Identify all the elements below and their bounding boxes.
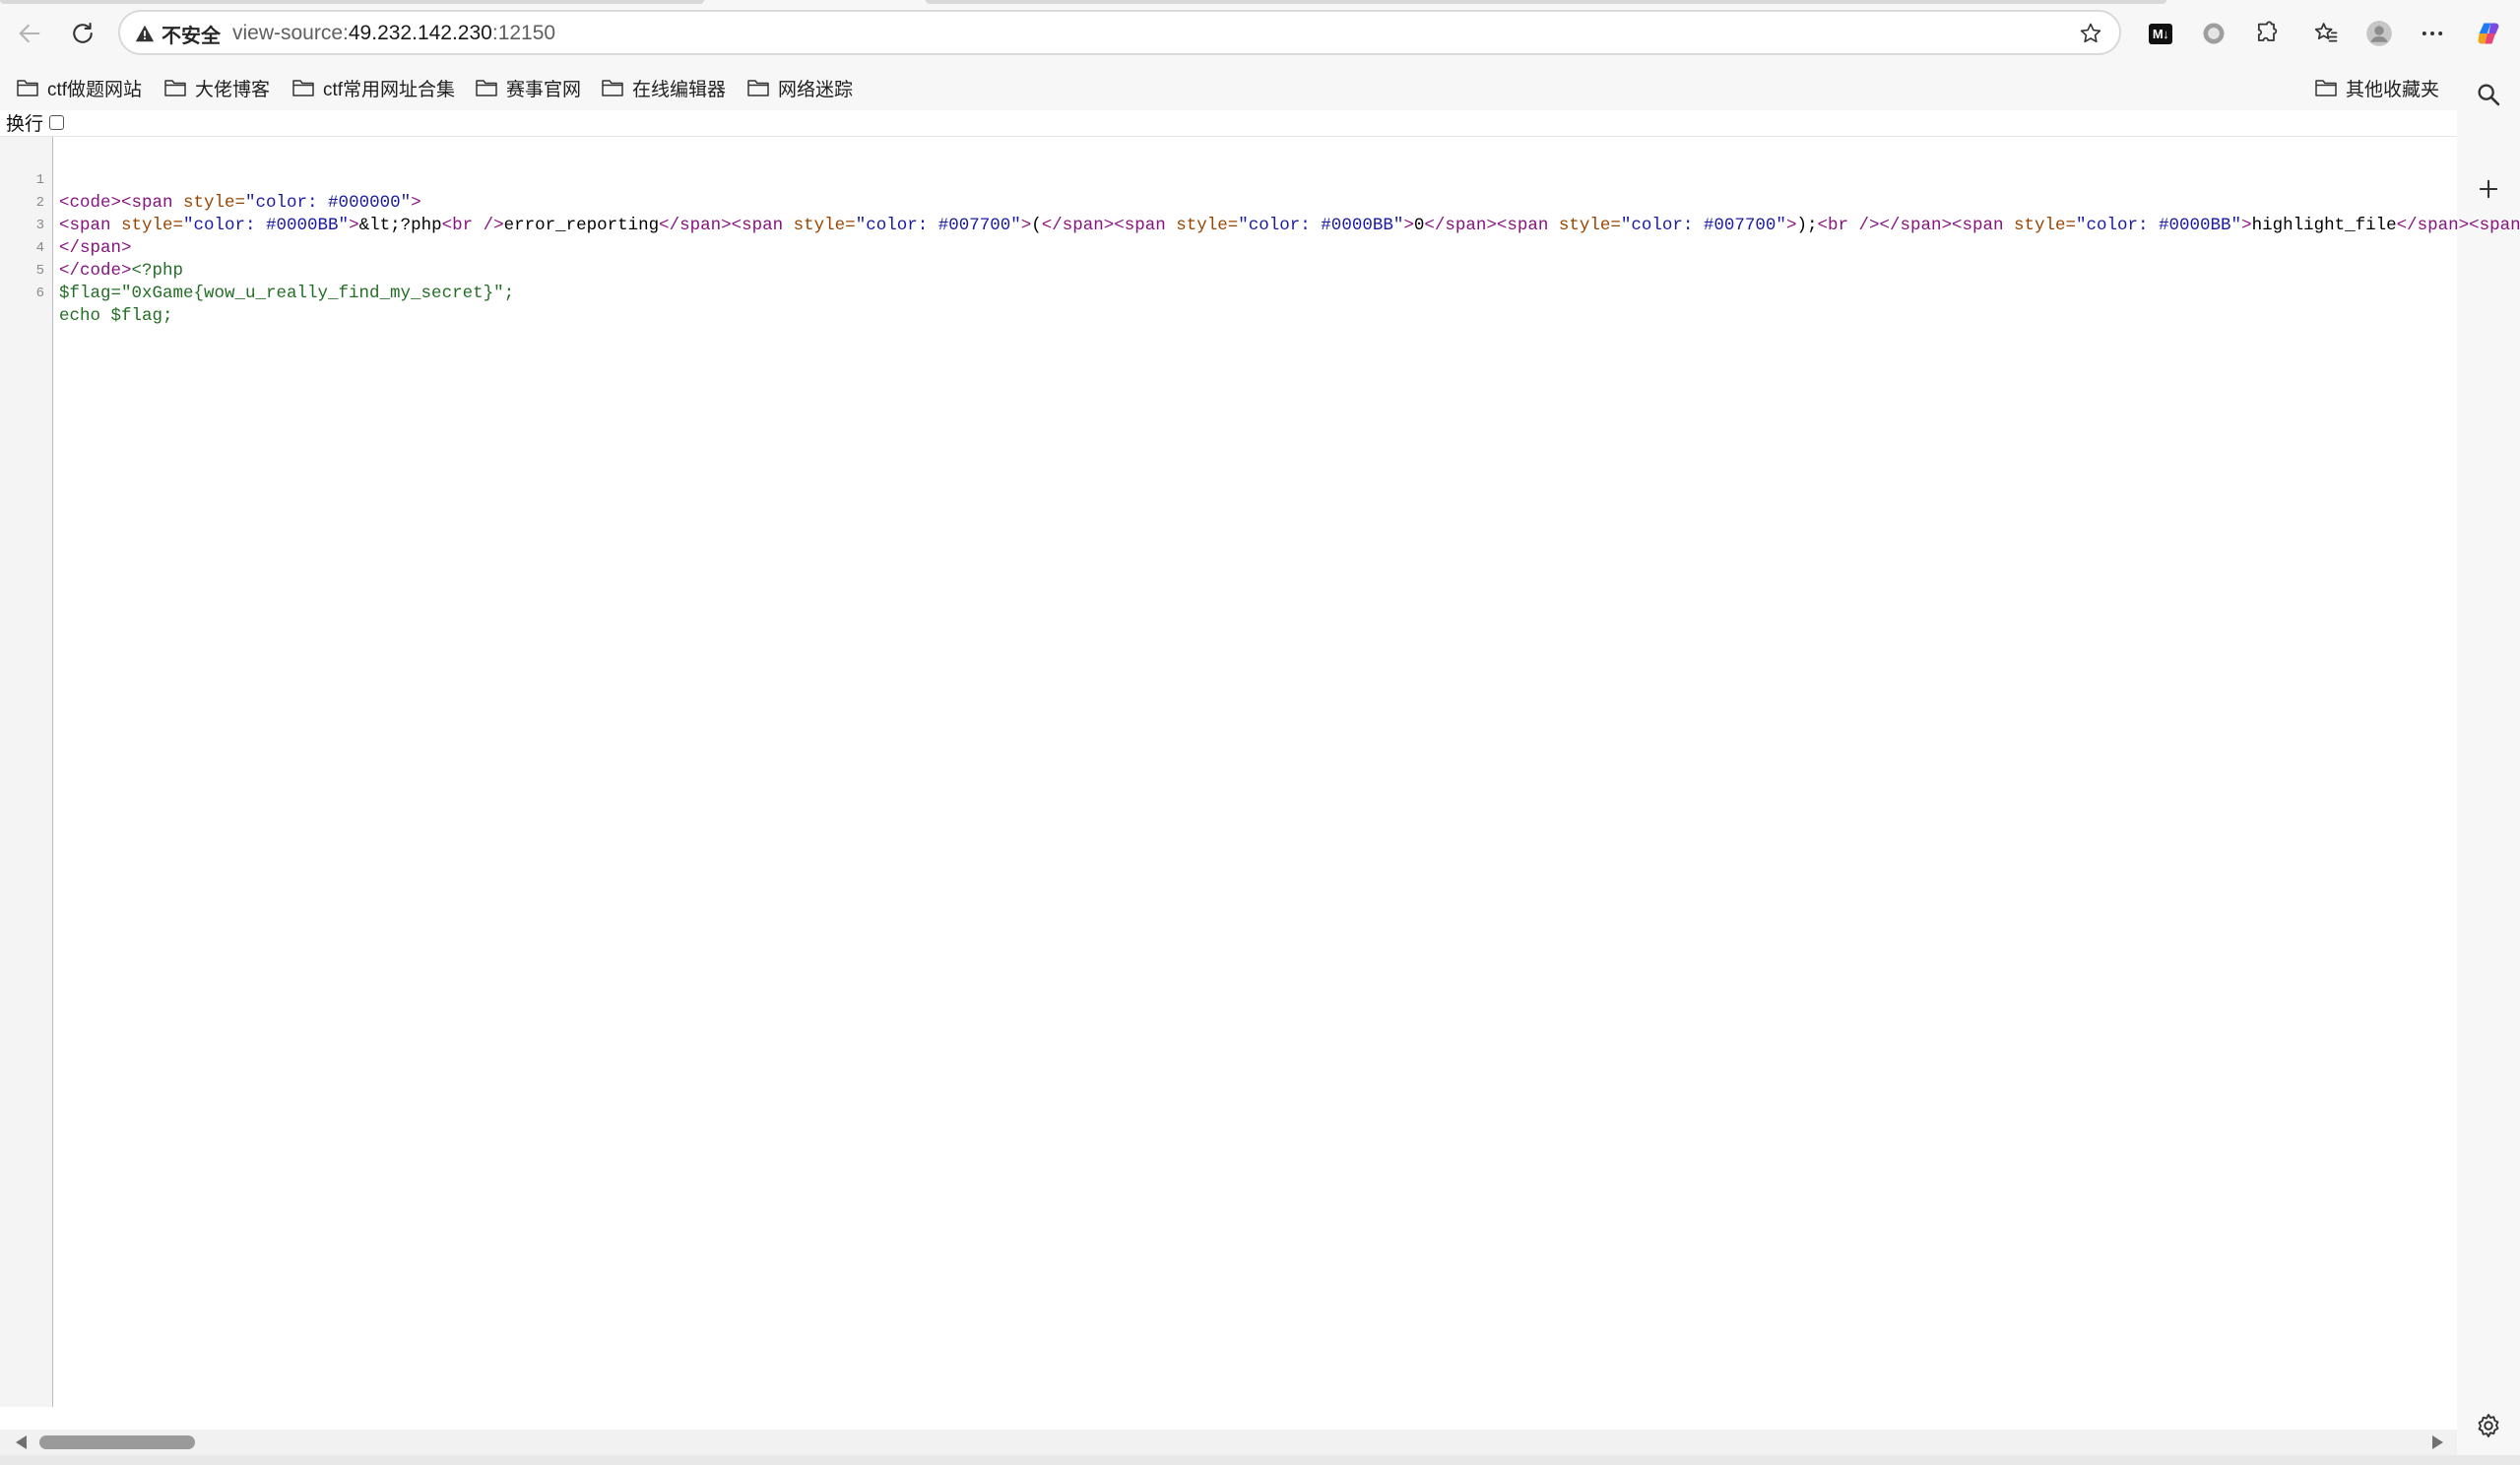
more-icon [2422,32,2443,35]
folder-icon [164,80,186,96]
security-indicator[interactable]: 不安全 [134,19,221,48]
folder-icon [476,80,497,96]
tab-strip-edge [0,0,704,4]
source-token: <span [2469,216,2520,235]
record-icon [2203,23,2225,44]
copilot-icon [2478,23,2499,44]
source-line: 6 echo $flag; [0,260,2457,326]
bookmark-label: 网络迷踪 [778,79,854,100]
line-wrap-toggle[interactable]: 换行 [6,110,65,135]
bookmark-label: ctf做题网站 [47,79,143,100]
line-wrap-checkbox[interactable] [49,114,65,130]
record-extension-button[interactable] [2194,14,2233,53]
bookmark-label: ctf常用网址合集 [323,79,456,100]
reload-button[interactable] [63,14,102,53]
window-bottom-edge [0,1455,2520,1465]
warning-icon [135,25,155,42]
folder-icon [602,80,623,96]
source-line: 2 <span style="color: #0000BB">&lt;?php<… [0,169,2520,235]
back-button[interactable] [10,14,49,53]
tab-strip-edge [926,0,2166,4]
folder-icon [17,80,38,96]
source-line: 1 <code><span style="color: #000000"> [0,147,2457,213]
scroll-left-arrow-icon[interactable] [16,1435,27,1449]
edge-sidebar [2457,67,2520,1465]
bookmark-label: 赛事官网 [506,79,582,100]
folder-icon [292,80,314,96]
plus-icon [2479,179,2498,199]
markdown-extension-button[interactable]: M↓ [2141,14,2180,53]
url-scheme: view-source: [232,22,349,44]
favorites-icon [2314,23,2338,42]
star-icon [2080,23,2101,43]
line-number: 6 [35,286,44,301]
bookmarks-bar: ctf做题网站 大佬博客 ctf常用网址合集 赛事官网 在线编辑器 网络迷踪 其… [0,67,2462,110]
bookmark-folder[interactable]: ctf做题网站 [16,71,142,104]
bookmark-label: 其他收藏夹 [2346,79,2440,100]
source-token: echo $flag; [59,306,173,326]
other-bookmarks-folder[interactable]: 其他收藏夹 [2314,71,2439,104]
horizontal-scrollbar[interactable] [0,1430,2457,1455]
bookmark-folder[interactable]: 网络迷踪 [746,71,853,104]
add-favorite-button[interactable] [2076,19,2105,48]
reload-icon [73,23,93,43]
bookmark-folder[interactable]: 在线编辑器 [601,71,726,104]
favorites-button[interactable] [2306,14,2346,53]
source-view: 1 <code><span style="color: #000000"> 2 … [0,136,2520,1407]
bookmark-folder[interactable]: 赛事官网 [475,71,581,104]
source-line: 3 </span> [0,192,2457,258]
bookmark-folder[interactable]: ctf常用网址合集 [291,71,455,104]
back-icon [19,24,40,43]
scrollbar-thumb[interactable] [39,1435,195,1449]
gear-icon [2478,1413,2499,1438]
extensions-icon [2257,21,2278,41]
view-source-page: 换行 1 <code><span style="color: #000000">… [0,110,2520,1465]
profile-icon [2366,21,2392,46]
copilot-button[interactable] [2469,14,2508,53]
url-text[interactable]: view-source:49.232.142.230:12150 [232,22,555,45]
browser-toolbar: 不安全 view-source:49.232.142.230:12150 M↓ [0,0,2520,67]
search-icon [2478,84,2500,106]
security-label: 不安全 [162,25,221,47]
source-token: $flag="0xGame{wow_u_really_find_my_secre… [59,284,515,303]
url-host: 49.232.142.230 [348,22,492,44]
folder-icon [747,80,769,96]
source-line: 4 </code><?php [0,215,2457,281]
sidebar-add-button[interactable] [2471,171,2506,207]
url-port: :12150 [491,22,556,44]
bookmark-folder[interactable]: 大佬博客 [163,71,270,104]
sidebar-settings-button[interactable] [2471,1408,2506,1443]
line-wrap-label: 换行 [6,113,44,135]
address-bar[interactable]: 不安全 view-source:49.232.142.230:12150 [118,10,2121,55]
sidebar-search-button[interactable] [2471,77,2506,112]
scroll-right-arrow-icon[interactable] [2432,1435,2443,1449]
profile-button[interactable] [2359,14,2399,53]
source-line: 5 $flag="0xGame{wow_u_really_find_my_sec… [0,237,2457,303]
extensions-button[interactable] [2247,14,2287,53]
markdown-icon: M↓ [2148,23,2173,44]
more-menu-button[interactable] [2413,14,2452,53]
source-code: echo $flag; [59,305,173,328]
bookmark-label: 大佬博客 [195,79,271,100]
folder-icon [2315,80,2337,96]
source-code: $flag="0xGame{wow_u_really_find_my_secre… [59,283,514,305]
bookmark-label: 在线编辑器 [632,79,727,100]
